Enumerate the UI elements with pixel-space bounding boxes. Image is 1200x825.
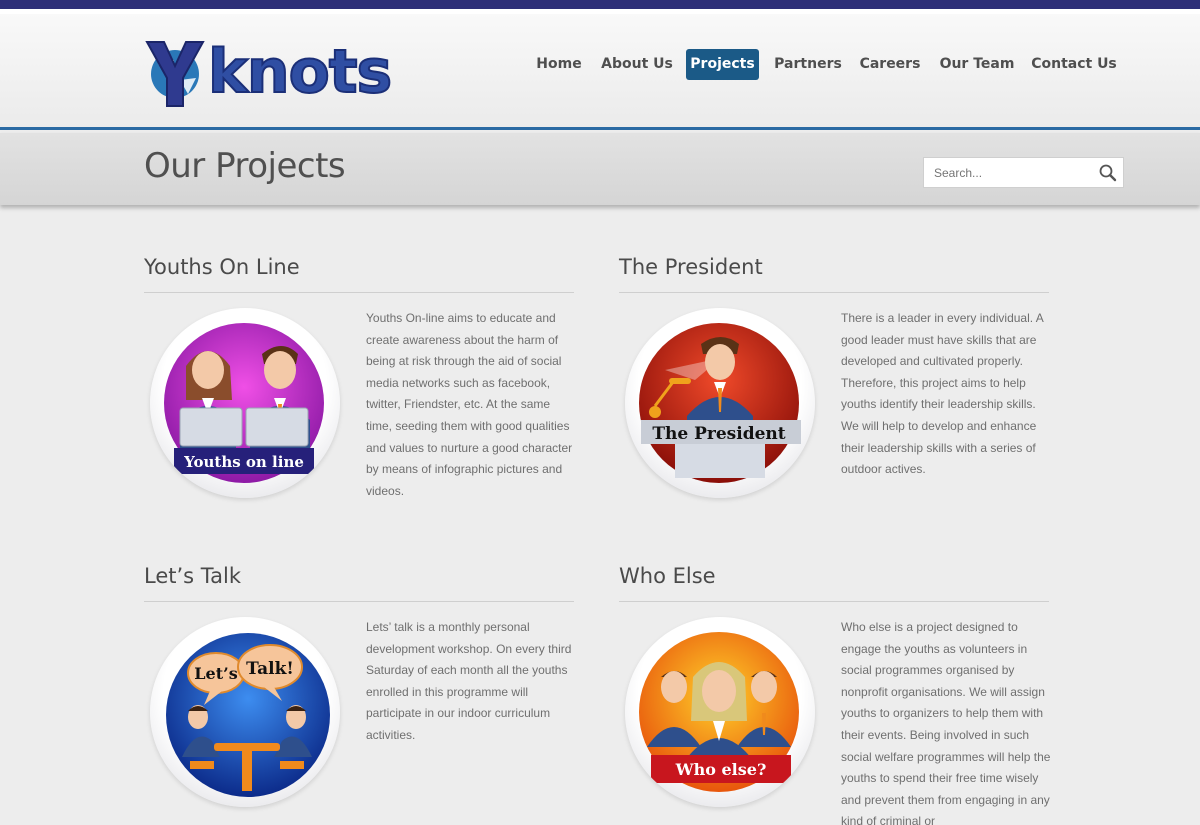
divider [619,601,1049,602]
bubble-lets: Let’s [194,664,237,683]
search-input[interactable] [924,158,1094,187]
project-image-youths-on-line[interactable]: Youths on line [150,308,340,498]
project-description-youths-on-line: Youths On-line aims to educate and creat… [366,311,573,498]
nav-about-us[interactable]: About Us [600,49,674,80]
project-image-who-else[interactable]: Who else? [625,617,815,807]
youths-on-line-banner: Youths on line [183,453,304,471]
lets-talk-illustration: Let’s Talk! [166,633,330,797]
top-accent-bar [0,0,1200,9]
the-president-banner: The President [652,424,785,444]
project-description-lets-talk: Lets’ talk is a monthly personal develop… [366,620,572,742]
project-title-who-else[interactable]: Who Else [619,564,716,588]
nav-contact-us[interactable]: Contact Us [1031,49,1117,80]
project-image-lets-talk[interactable]: Let’s Talk! [150,617,340,807]
youths-on-line-illustration: Youths on line [164,323,324,483]
nav-projects[interactable]: Projects [686,49,759,80]
project-description-the-president: There is a leader in every individual. A… [841,311,1044,477]
logo-y-icon [145,41,205,107]
search-button[interactable] [1093,158,1123,187]
project-title-lets-talk[interactable]: Let’s Talk [144,564,241,588]
nav-our-team[interactable]: Our Team [937,49,1017,80]
the-president-illustration: The President [639,323,801,483]
project-image-the-president[interactable]: The President [625,308,815,498]
site-logo[interactable]: knots [144,36,393,112]
divider [619,292,1049,293]
logo-text: knots [207,36,393,108]
who-else-banner: Who else? [675,760,767,779]
project-title-the-president[interactable]: The President [619,255,763,279]
page-title: Our Projects [144,146,346,186]
divider [144,601,574,602]
nav-partners[interactable]: Partners [772,49,844,80]
who-else-illustration: Who else? [639,632,799,792]
divider [144,292,574,293]
magnifier-icon [1099,164,1117,182]
nav-home[interactable]: Home [532,49,586,80]
search-box [923,157,1124,188]
bubble-talk: Talk! [246,659,294,679]
project-description-who-else: Who else is a project designed to engage… [841,620,1051,825]
nav-careers[interactable]: Careers [857,49,923,80]
project-title-youths-on-line[interactable]: Youths On Line [144,255,300,279]
